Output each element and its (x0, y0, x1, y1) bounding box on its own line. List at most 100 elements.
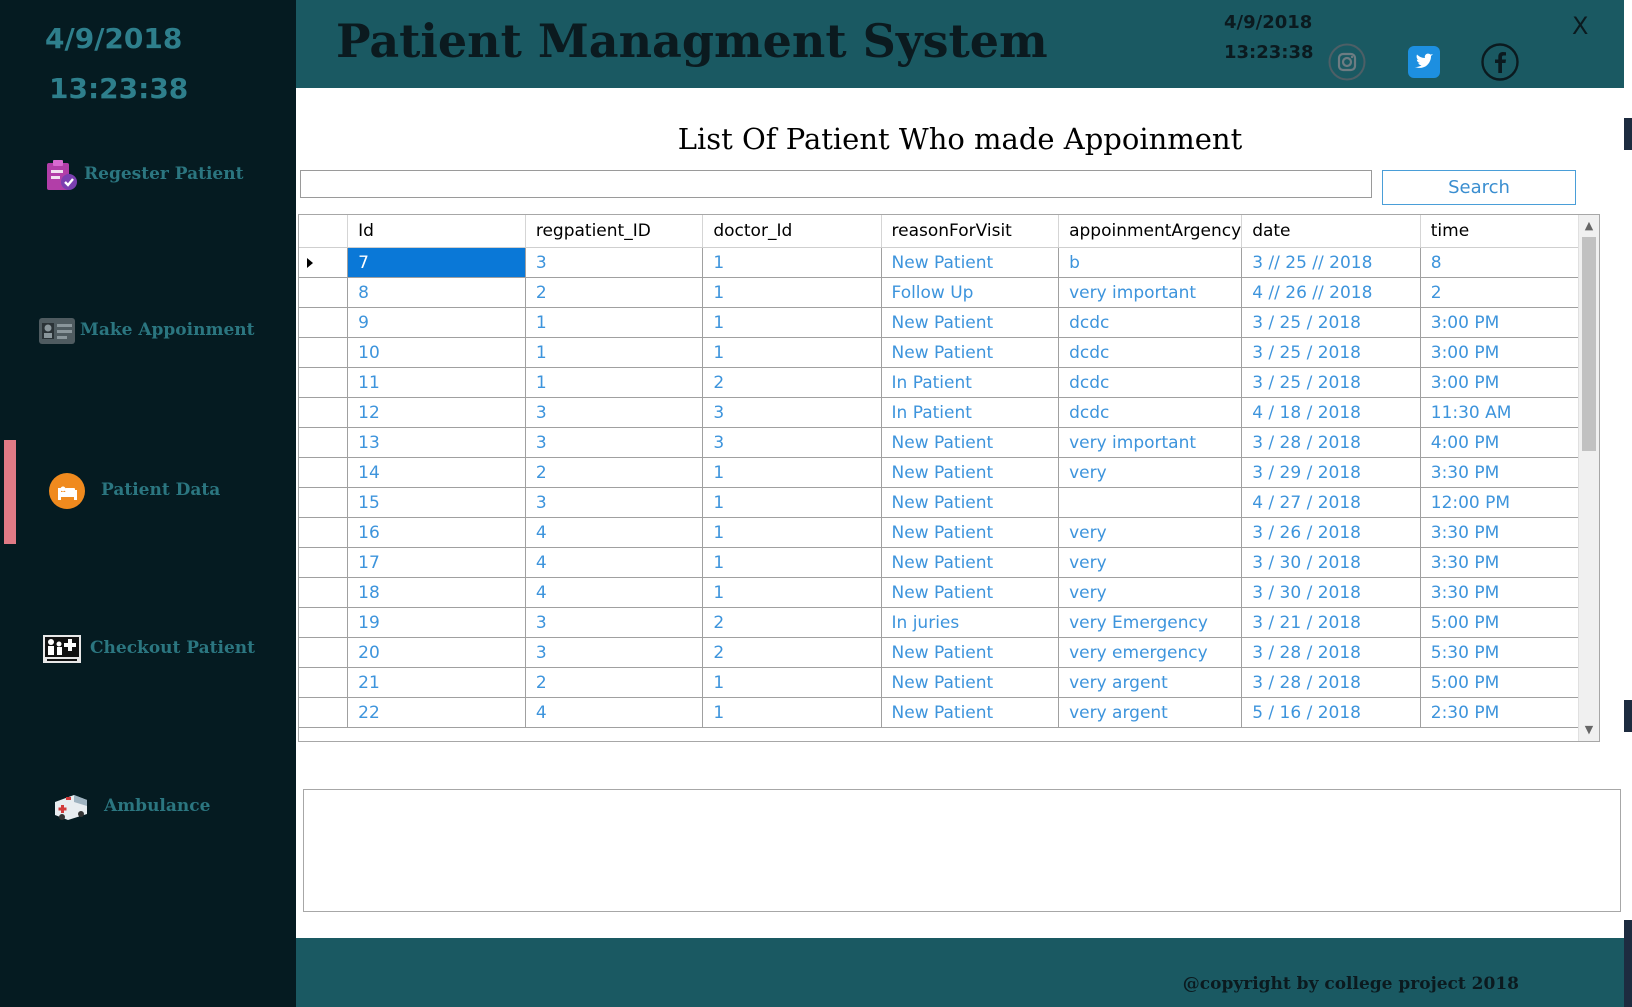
table-cell[interactable]: b (1058, 247, 1243, 278)
facebook-icon[interactable] (1481, 43, 1519, 81)
row-header[interactable] (299, 517, 349, 548)
table-cell[interactable]: 3 / 26 / 2018 (1241, 517, 1421, 548)
table-cell[interactable]: 3 / 30 / 2018 (1241, 577, 1421, 608)
table-cell[interactable]: 18 (347, 577, 526, 608)
table-row[interactable]: 9 1 1 New Patient dcdc 3 / 25 / 2018 3:00 PM (299, 307, 1599, 338)
row-header[interactable] (299, 397, 349, 428)
table-cell[interactable]: 4 (525, 547, 704, 578)
table-cell[interactable]: 1 (702, 577, 882, 608)
table-row[interactable]: 21 2 1 New Patient very argent 3 / 28 / 2018 5… (299, 667, 1599, 698)
sidebar-item-make-appoinment[interactable]: Make Appoinment (0, 302, 296, 362)
table-row[interactable]: 12 3 3 In Patient dcdc 4 / 18 / 2018 11:30 AM (299, 397, 1599, 428)
table-cell[interactable]: 1 (702, 457, 882, 488)
table-row[interactable]: 20 3 2 New Patient very emergency 3 / 28 / 20… (299, 637, 1599, 668)
table-row[interactable]: 7 3 1 New Patient b 3 // 25 // 2018 8 (299, 247, 1599, 278)
table-cell[interactable]: very (1058, 547, 1243, 578)
row-header[interactable] (299, 577, 349, 608)
scroll-up-arrow-icon[interactable]: ▲ (1579, 217, 1599, 235)
table-cell[interactable]: 14 (347, 457, 526, 488)
row-header[interactable] (299, 667, 349, 698)
table-cell[interactable]: In Patient (881, 397, 1060, 428)
table-cell[interactable]: Follow Up (881, 277, 1060, 308)
table-cell[interactable]: very important (1058, 277, 1243, 308)
row-header[interactable] (299, 607, 349, 638)
table-row[interactable]: 22 4 1 New Patient very argent 5 / 16 / 2018 2… (299, 697, 1599, 728)
row-header[interactable] (299, 487, 349, 518)
table-cell[interactable]: New Patient (881, 697, 1060, 728)
column-header[interactable]: Id (347, 215, 526, 248)
table-cell[interactable]: very (1058, 577, 1243, 608)
table-cell[interactable]: New Patient (881, 667, 1060, 698)
table-row[interactable]: 8 2 1 Follow Up very important 4 // 26 // 201… (299, 277, 1599, 308)
row-header[interactable] (299, 427, 349, 458)
table-cell[interactable]: New Patient (881, 307, 1060, 338)
table-cell[interactable]: 13 (347, 427, 526, 458)
table-cell[interactable]: dcdc (1058, 397, 1243, 428)
table-cell[interactable]: 15 (347, 487, 526, 518)
row-header[interactable] (299, 697, 349, 728)
table-row[interactable]: 19 3 2 In juries very Emergency 3 / 21 / 2018… (299, 607, 1599, 638)
sidebar-item-checkout-patient[interactable]: Checkout Patient (0, 620, 296, 680)
table-cell[interactable]: 2 (525, 457, 704, 488)
table-cell[interactable]: 3 / 28 / 2018 (1241, 637, 1421, 668)
table-cell[interactable]: 5:30 PM (1420, 637, 1599, 668)
table-cell[interactable]: very (1058, 457, 1243, 488)
table-cell[interactable]: very important (1058, 427, 1243, 458)
sidebar-item-patient-data[interactable]: Patient Data (0, 462, 296, 522)
column-header[interactable]: regpatient_ID (525, 215, 704, 248)
table-cell[interactable]: In juries (881, 607, 1060, 638)
table-cell[interactable]: dcdc (1058, 337, 1243, 368)
table-cell[interactable]: 1 (702, 697, 882, 728)
appointments-grid[interactable]: Id regpatient_ID doctor_Id reasonForVisit ap… (298, 214, 1600, 742)
table-row[interactable]: 18 4 1 New Patient very 3 / 30 / 2018 3:30 PM (299, 577, 1599, 608)
table-cell[interactable]: very (1058, 517, 1243, 548)
table-cell[interactable]: 3:30 PM (1420, 517, 1599, 548)
table-cell[interactable]: 11:30 AM (1420, 397, 1599, 428)
table-cell[interactable]: 1 (702, 517, 882, 548)
details-textarea[interactable] (303, 789, 1621, 912)
table-cell[interactable]: very emergency (1058, 637, 1243, 668)
instagram-icon[interactable] (1328, 43, 1366, 81)
column-header[interactable]: appoinmentArgency (1058, 215, 1243, 248)
table-row[interactable]: 15 3 1 New Patient 4 / 27 / 2018 12:00 PM (299, 487, 1599, 518)
table-cell[interactable]: 3 / 21 / 2018 (1241, 607, 1421, 638)
table-cell[interactable]: 1 (525, 367, 704, 398)
table-cell[interactable]: 3:30 PM (1420, 547, 1599, 578)
table-cell[interactable]: 3 / 25 / 2018 (1241, 367, 1421, 398)
table-cell[interactable]: 17 (347, 547, 526, 578)
row-header[interactable] (299, 367, 349, 398)
table-row[interactable]: 14 2 1 New Patient very 3 / 29 / 2018 3:30 PM (299, 457, 1599, 488)
row-header[interactable] (299, 247, 349, 278)
table-row[interactable]: 17 4 1 New Patient very 3 / 30 / 2018 3:30 PM (299, 547, 1599, 578)
row-header[interactable] (299, 277, 349, 308)
table-cell[interactable]: 3 / 30 / 2018 (1241, 547, 1421, 578)
table-cell[interactable]: 3 / 25 / 2018 (1241, 337, 1421, 368)
table-cell[interactable]: 4 (525, 577, 704, 608)
table-cell[interactable]: 1 (702, 487, 882, 518)
table-cell[interactable]: 3 // 25 // 2018 (1241, 247, 1421, 278)
table-cell[interactable]: 9 (347, 307, 526, 338)
table-cell[interactable]: 3 / 25 / 2018 (1241, 307, 1421, 338)
table-cell[interactable]: 3:00 PM (1420, 307, 1599, 338)
table-cell[interactable]: New Patient (881, 577, 1060, 608)
table-cell[interactable]: 22 (347, 697, 526, 728)
column-header[interactable]: date (1241, 215, 1421, 248)
table-cell[interactable]: 3:00 PM (1420, 337, 1599, 368)
search-input[interactable] (300, 170, 1372, 198)
close-button[interactable]: X (1572, 12, 1588, 40)
row-header[interactable] (299, 637, 349, 668)
twitter-icon[interactable] (1405, 43, 1443, 81)
table-cell[interactable]: dcdc (1058, 307, 1243, 338)
table-cell[interactable]: 1 (525, 307, 704, 338)
table-cell[interactable]: New Patient (881, 637, 1060, 668)
table-cell[interactable]: 2 (1420, 277, 1599, 308)
table-row[interactable]: 10 1 1 New Patient dcdc 3 / 25 / 2018 3:00 PM (299, 337, 1599, 368)
table-row[interactable]: 13 3 3 New Patient very important 3 / 28 / 20… (299, 427, 1599, 458)
table-cell[interactable]: 5:00 PM (1420, 607, 1599, 638)
table-cell[interactable]: New Patient (881, 547, 1060, 578)
sidebar-item-ambulance[interactable]: Ambulance (0, 778, 296, 838)
table-cell[interactable]: 3 / 29 / 2018 (1241, 457, 1421, 488)
table-cell[interactable]: 10 (347, 337, 526, 368)
table-cell[interactable]: 3 (525, 637, 704, 668)
table-cell[interactable]: New Patient (881, 517, 1060, 548)
